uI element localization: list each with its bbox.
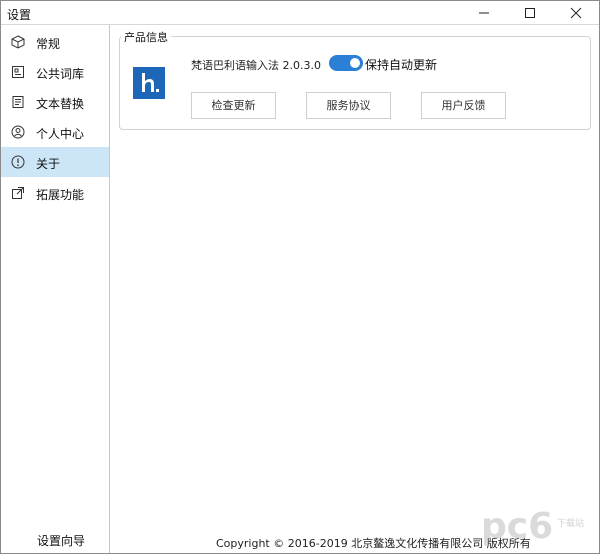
setup-wizard-link[interactable]: 设置向导 — [37, 532, 85, 549]
sidebar-item-label: 常规 — [36, 37, 61, 51]
window-title: 设置 — [7, 8, 32, 22]
auto-update-toggle[interactable] — [329, 55, 363, 71]
cube-icon — [11, 35, 25, 49]
check-update-button[interactable]: 检查更新 — [191, 92, 276, 119]
minimize-button[interactable] — [461, 1, 507, 25]
close-icon — [570, 7, 582, 19]
title-bar[interactable]: 设置 — [1, 1, 599, 25]
sidebar-item-general[interactable]: 常规 — [1, 27, 109, 57]
sidebar-item-personal-center[interactable]: 个人中心 — [1, 117, 109, 147]
sidebar-item-label: 拓展功能 — [36, 188, 85, 202]
sidebar: 常规 公共词库 文本替换 个人中心 关于 拓展功能 设置向导 — [1, 25, 110, 553]
sidebar-item-public-dictionary[interactable]: 公共词库 — [1, 57, 109, 87]
sidebar-item-label: 个人中心 — [36, 127, 85, 141]
document-icon — [12, 96, 24, 108]
sidebar-item-label: 文本替换 — [36, 97, 85, 111]
maximize-icon — [525, 8, 535, 18]
close-button[interactable] — [553, 1, 599, 25]
minimize-icon — [479, 12, 489, 14]
external-link-icon — [12, 187, 24, 199]
maximize-button[interactable] — [507, 1, 553, 25]
info-icon — [11, 155, 25, 169]
toggle-knob — [350, 58, 360, 68]
sidebar-item-extensions[interactable]: 拓展功能 — [1, 178, 109, 208]
user-feedback-button[interactable]: 用户反馈 — [421, 92, 506, 119]
app-logo — [133, 67, 165, 99]
watermark-sub: 下载站 — [557, 519, 585, 529]
sidebar-item-text-replace[interactable]: 文本替换 — [1, 87, 109, 117]
dictionary-icon — [12, 66, 24, 78]
sidebar-item-label: 公共词库 — [36, 67, 85, 81]
watermark: pc6 下载站 — [481, 506, 599, 552]
logo-icon — [142, 73, 159, 92]
auto-update-label: 保持自动更新 — [365, 58, 438, 72]
settings-window: 设置 常规 公共词库 文本替换 个人中心 关于 拓展功能 设置向导 产品信息 梵… — [0, 0, 600, 554]
product-info-title: 产品信息 — [121, 29, 171, 45]
sidebar-item-label: 关于 — [36, 157, 61, 171]
service-agreement-button[interactable]: 服务协议 — [306, 92, 391, 119]
watermark-text: pc6 — [481, 506, 554, 547]
user-icon — [11, 125, 25, 139]
sidebar-item-about[interactable]: 关于 — [1, 147, 109, 177]
product-name: 梵语巴利语输入法 2.0.3.0 — [191, 59, 321, 72]
